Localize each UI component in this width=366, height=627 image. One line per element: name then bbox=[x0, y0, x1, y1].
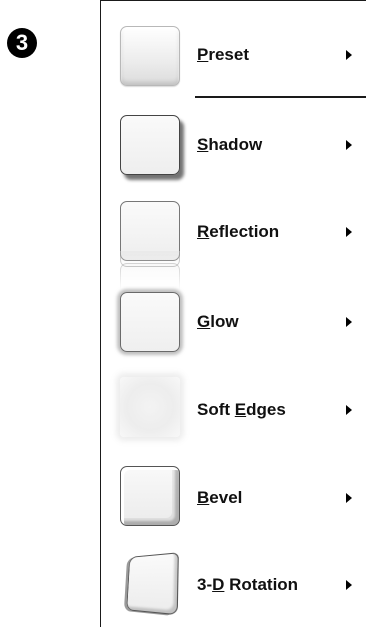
submenu-arrow-icon bbox=[346, 227, 352, 237]
submenu-arrow-icon bbox=[346, 50, 352, 60]
menu-item-reflection[interactable]: Reflection bbox=[197, 222, 279, 242]
preset-icon bbox=[120, 26, 180, 86]
menu-item-3d-rotation[interactable]: 3-D Rotation bbox=[197, 575, 298, 595]
submenu-arrow-icon bbox=[346, 317, 352, 327]
submenu-arrow-icon bbox=[346, 405, 352, 415]
menu-item-bevel[interactable]: Bevel bbox=[197, 488, 242, 508]
bevel-icon bbox=[120, 466, 180, 526]
menu-item-glow[interactable]: Glow bbox=[197, 312, 239, 332]
menu-item-preset[interactable]: Preset bbox=[197, 45, 249, 65]
step-number-badge: 3 bbox=[7, 28, 37, 58]
3d-rotation-icon bbox=[126, 552, 179, 616]
reflection-mirror-decoration bbox=[120, 251, 180, 267]
menu-separator bbox=[195, 96, 366, 98]
shadow-icon bbox=[120, 115, 180, 175]
shape-effects-menu: Preset Shadow Reflection Glow Soft Edges… bbox=[100, 0, 366, 627]
soft-edges-icon bbox=[120, 377, 180, 437]
menu-item-shadow[interactable]: Shadow bbox=[197, 135, 262, 155]
submenu-arrow-icon bbox=[346, 580, 352, 590]
glow-icon bbox=[120, 292, 180, 352]
submenu-arrow-icon bbox=[346, 140, 352, 150]
menu-item-soft-edges[interactable]: Soft Edges bbox=[197, 400, 286, 420]
submenu-arrow-icon bbox=[346, 493, 352, 503]
